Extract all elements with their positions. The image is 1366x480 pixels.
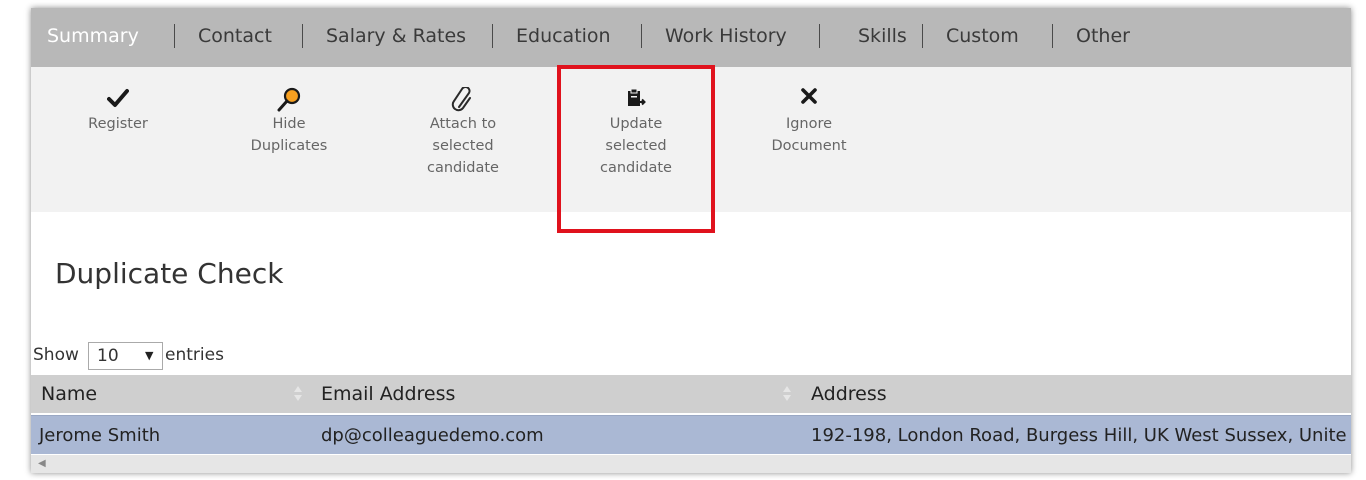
- entries-select-value: 10: [97, 346, 119, 366]
- ignore-label-line2: Document: [771, 138, 847, 154]
- search-icon: [234, 87, 344, 112]
- register-button[interactable]: Register: [75, 87, 161, 135]
- tab-separator: [302, 24, 303, 48]
- tab-salary-rates[interactable]: Salary & Rates: [326, 25, 466, 47]
- tab-separator: [819, 24, 820, 48]
- horizontal-scrollbar[interactable]: ◀: [31, 455, 1351, 473]
- table-row[interactable]: Jerome Smith dp@colleaguedemo.com 192-19…: [31, 415, 1351, 454]
- hide-duplicates-button[interactable]: Hide Duplicates: [234, 87, 344, 157]
- entries-select[interactable]: 10 ▼: [88, 342, 163, 370]
- hide-duplicates-label-line1: Hide: [272, 116, 306, 132]
- clipboard-arrow-icon: [581, 87, 691, 111]
- page-title: Duplicate Check: [55, 257, 284, 290]
- scroll-left-arrow-icon[interactable]: ◀: [38, 458, 46, 469]
- tab-bar: Summary Contact Salary & Rates Education…: [31, 8, 1351, 67]
- update-candidate-button[interactable]: Update selected candidate: [581, 87, 691, 179]
- tab-summary[interactable]: Summary: [47, 25, 139, 47]
- window: Summary Contact Salary & Rates Education…: [31, 8, 1351, 473]
- tab-work-history[interactable]: Work History: [665, 25, 787, 47]
- close-icon: [754, 87, 864, 111]
- tab-contact[interactable]: Contact: [198, 25, 272, 47]
- ignore-document-button[interactable]: Ignore Document: [754, 87, 864, 157]
- ignore-label-line1: Ignore: [785, 116, 833, 132]
- sort-icon: [783, 385, 791, 403]
- tab-education[interactable]: Education: [516, 25, 611, 47]
- tab-separator: [174, 24, 175, 48]
- sort-icon: [294, 385, 302, 403]
- tab-custom[interactable]: Custom: [946, 25, 1019, 47]
- attach-to-candidate-button[interactable]: Attach to selected candidate: [408, 86, 518, 179]
- attach-label-line1: Attach to: [429, 116, 497, 132]
- hide-duplicates-label-line2: Duplicates: [250, 138, 328, 154]
- column-header-address[interactable]: Address: [811, 383, 887, 405]
- update-label-line2: selected: [605, 138, 667, 154]
- attach-label-line2: selected: [432, 138, 494, 154]
- tab-skills[interactable]: Skills: [858, 25, 907, 47]
- action-toolbar: Register Hide Duplicates Attach to selec…: [31, 65, 1351, 233]
- paperclip-icon: [408, 86, 518, 112]
- tab-separator: [641, 24, 642, 48]
- cell-name: Jerome Smith: [39, 425, 161, 446]
- register-label: Register: [88, 116, 148, 132]
- show-label: Show: [33, 345, 79, 365]
- tab-other[interactable]: Other: [1076, 25, 1130, 47]
- tab-separator: [922, 24, 923, 48]
- chevron-down-icon: ▼: [145, 349, 154, 362]
- tab-separator: [492, 24, 493, 48]
- cell-address: 192-198, London Road, Burgess Hill, UK W…: [811, 425, 1347, 446]
- column-header-name[interactable]: Name: [41, 383, 97, 405]
- column-header-email[interactable]: Email Address: [321, 383, 455, 405]
- update-label-line1: Update: [609, 116, 663, 132]
- checkmark-icon: [75, 87, 161, 111]
- attach-label-line3: candidate: [427, 160, 499, 176]
- table-header: Name Email Address Address: [31, 375, 1351, 413]
- update-label-line3: candidate: [600, 160, 672, 176]
- cell-email: dp@colleaguedemo.com: [321, 425, 544, 446]
- tab-separator: [1052, 24, 1053, 48]
- entries-label: entries: [165, 345, 224, 365]
